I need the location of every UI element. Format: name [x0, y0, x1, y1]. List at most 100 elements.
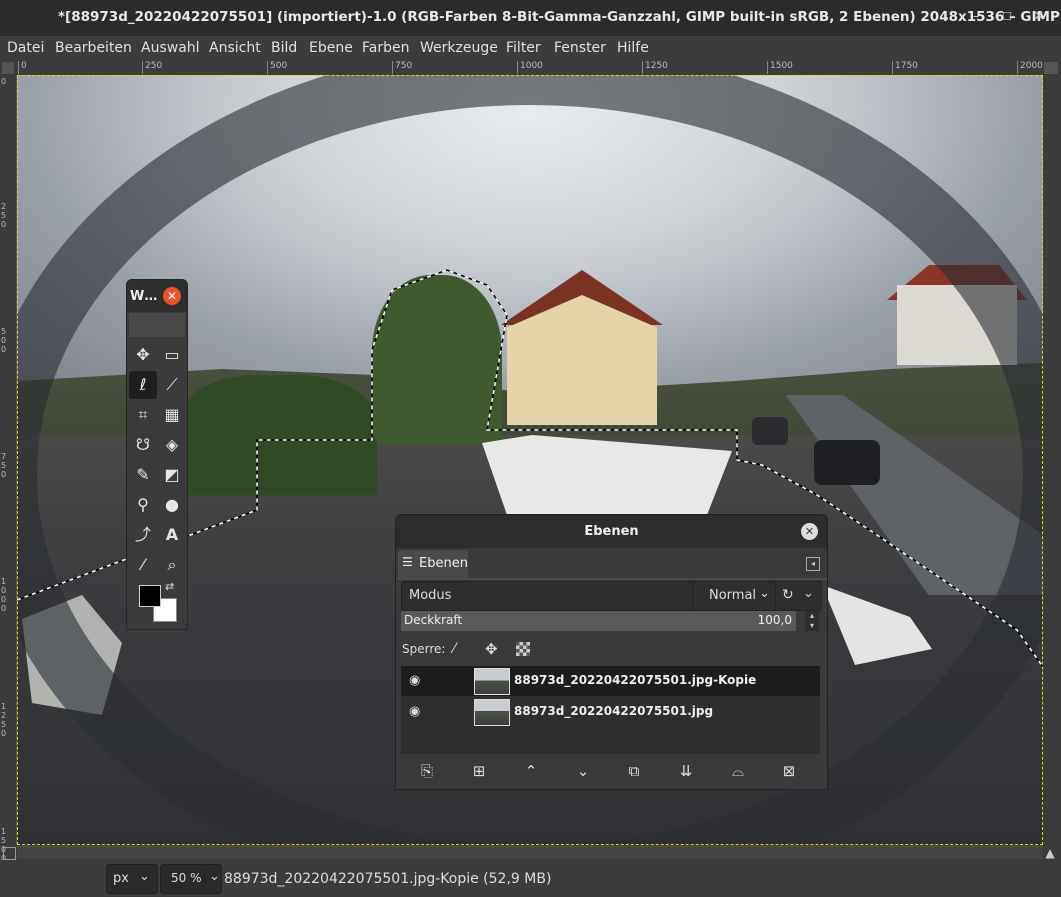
navigate-button[interactable]: [1044, 62, 1058, 74]
menu-filter[interactable]: Filter: [506, 40, 541, 56]
foreground-color-swatch[interactable]: [139, 585, 161, 607]
horizontal-scrollbar[interactable]: [17, 846, 1043, 859]
toolbox-title: W…: [130, 289, 158, 304]
mode-switch-button[interactable]: ↻ ⌄: [775, 582, 821, 610]
ruler-label: 1000: [1, 577, 7, 613]
new-group-icon[interactable]: ⊞: [467, 759, 491, 783]
chevron-down-icon: ⌄: [759, 586, 770, 601]
mode-value: Normal: [709, 588, 757, 603]
zoom-select[interactable]: 50 % ⌄: [160, 864, 222, 894]
swap-colors-icon[interactable]: ⇄: [165, 580, 174, 593]
smudge-tool-icon[interactable]: ●: [158, 491, 186, 519]
menu-fenster[interactable]: Fenster: [554, 40, 606, 56]
paths-tool-icon[interactable]: ⤴: [129, 521, 157, 549]
close-window-button[interactable]: ✕: [1030, 8, 1048, 26]
menu-auswahl[interactable]: Auswahl: [141, 40, 200, 56]
visibility-eye-icon[interactable]: ◉: [409, 704, 420, 719]
layer-thumbnail: [474, 699, 510, 726]
ruler-label: 1750: [895, 61, 918, 71]
layer-list: ◉ 88973d_20220422075501.jpg-Kopie ◉ 8897…: [401, 666, 820, 754]
mode-label: Modus: [409, 588, 452, 603]
wilber-drop-area[interactable]: [129, 313, 185, 337]
chevron-down-icon: ⌄: [803, 586, 814, 601]
crop-tool-icon[interactable]: ⌗: [129, 401, 157, 429]
menu-werkzeuge[interactable]: Werkzeuge: [420, 40, 498, 56]
bucket-fill-tool-icon[interactable]: ◈: [158, 431, 186, 459]
lock-pixels-icon[interactable]: ⁄: [453, 641, 455, 657]
chevron-down-icon: ⌄: [204, 869, 220, 884]
toolbox-window: W… ✕ ✥ ▭ ℓ ⟋ ⌗ ▦ ☋ ◈ ✎ ◩ ⚲ ● ⤴ A ⁄ ⌕ ⇄: [126, 279, 188, 630]
layers-tab-icon: ☰: [402, 555, 413, 569]
horizontal-ruler[interactable]: 0 250 500 750 1000 1250 1500 1750 2000: [16, 61, 1043, 76]
mode-select[interactable]: Normal ⌄: [692, 582, 775, 610]
unified-transform-tool-icon[interactable]: ▦: [158, 401, 186, 429]
ruler-label: 750: [1, 452, 7, 479]
delete-layer-icon[interactable]: ⊠: [777, 759, 801, 783]
duplicate-layer-icon[interactable]: ⧉: [622, 759, 646, 783]
merge-down-icon[interactable]: ⇊: [674, 759, 698, 783]
ruler-label: 250: [145, 61, 163, 71]
vertical-ruler[interactable]: 0 250 500 750 1000 1250 1500: [0, 75, 17, 863]
layers-dialog: Ebenen ✕ ☰ Ebenen ◂ Modus Normal ⌄ ↻ ⌄ D…: [395, 514, 828, 790]
opacity-slider[interactable]: Deckkraft 100,0: [401, 611, 796, 631]
tab-layers-label: Ebenen: [419, 556, 468, 571]
ruler-label: 500: [1, 327, 7, 354]
menu-bearbeiten[interactable]: Bearbeiten: [55, 40, 132, 56]
menu-ebene[interactable]: Ebene: [309, 40, 353, 56]
toolbox-close-button[interactable]: ✕: [163, 287, 181, 305]
opacity-spinner[interactable]: ▴ ▾: [805, 611, 819, 631]
ruler-label: 2000: [1020, 61, 1043, 71]
menu-bild[interactable]: Bild: [271, 40, 297, 56]
lock-position-icon[interactable]: ✥: [485, 640, 498, 658]
ruler-corner-button[interactable]: [2, 62, 14, 74]
ruler-label: 250: [1, 202, 7, 229]
warp-transform-tool-icon[interactable]: ☋: [129, 431, 157, 459]
chevron-down-icon: ⌄: [139, 869, 150, 884]
minimize-button[interactable]: –: [967, 8, 985, 26]
menu-ansicht[interactable]: Ansicht: [209, 40, 261, 56]
visibility-eye-icon[interactable]: ◉: [409, 673, 420, 688]
mask-icon[interactable]: ⌓: [726, 759, 750, 783]
new-layer-icon[interactable]: ⎘: [415, 759, 439, 783]
ruler-label: 500: [270, 61, 288, 71]
ruler-label: 0: [21, 61, 27, 71]
paintbrush-tool-icon[interactable]: ✎: [129, 461, 157, 489]
ruler-label: 1250: [645, 61, 668, 71]
opacity-value: 100,0: [757, 613, 792, 627]
layer-row[interactable]: ◉ 88973d_20220422075501.jpg: [401, 697, 820, 727]
layers-dialog-close-button[interactable]: ✕: [801, 523, 818, 540]
text-tool-icon[interactable]: A: [158, 521, 186, 549]
lower-layer-icon[interactable]: ⌄: [571, 759, 595, 783]
clone-tool-icon[interactable]: ⚲: [129, 491, 157, 519]
menu-datei[interactable]: Datei: [7, 40, 44, 56]
layers-dialog-title: Ebenen: [584, 524, 639, 539]
move-tool-icon[interactable]: ✥: [129, 341, 157, 369]
layers-dialog-header: Ebenen ✕: [396, 515, 827, 548]
raise-layer-icon[interactable]: ⌃: [519, 759, 543, 783]
layer-row[interactable]: ◉ 88973d_20220422075501.jpg-Kopie: [401, 666, 820, 696]
menu-bar: Datei Bearbeiten Auswahl Ansicht Bild Eb…: [0, 36, 1061, 61]
color-picker-tool-icon[interactable]: ⁄: [129, 551, 157, 579]
menu-farben[interactable]: Farben: [362, 40, 409, 56]
rect-select-tool-icon[interactable]: ▭: [158, 341, 186, 369]
free-select-tool-icon[interactable]: ℓ: [129, 371, 157, 399]
lock-alpha-icon[interactable]: [516, 642, 530, 656]
title-bar: *[88973d_20220422075501] (importiert)-1.…: [0, 0, 1061, 36]
layer-name: 88973d_20220422075501.jpg-Kopie: [514, 673, 757, 687]
configure-tab-icon[interactable]: ◂: [806, 557, 820, 571]
opacity-label: Deckkraft: [404, 613, 463, 627]
unit-value: px: [113, 871, 129, 886]
zoom-to-fit-icon[interactable]: ▲: [1042, 846, 1058, 860]
zoom-tool-icon[interactable]: ⌕: [158, 551, 186, 579]
menu-hilfe[interactable]: Hilfe: [617, 40, 649, 56]
window-title: *[88973d_20220422075501] (importiert)-1.…: [58, 9, 1060, 25]
quick-mask-toggle[interactable]: [3, 847, 16, 860]
fuzzy-select-tool-icon[interactable]: ⟋: [158, 371, 186, 399]
maximize-button[interactable]: ☐: [998, 8, 1016, 26]
eraser-tool-icon[interactable]: ◩: [158, 461, 186, 489]
tab-layers[interactable]: ☰ Ebenen: [398, 550, 468, 578]
reset-mode-icon: ↻: [782, 587, 794, 603]
unit-select[interactable]: px ⌄: [106, 864, 158, 894]
ruler-label: 0: [1, 77, 7, 86]
vertical-scrollbar[interactable]: [1044, 75, 1058, 845]
